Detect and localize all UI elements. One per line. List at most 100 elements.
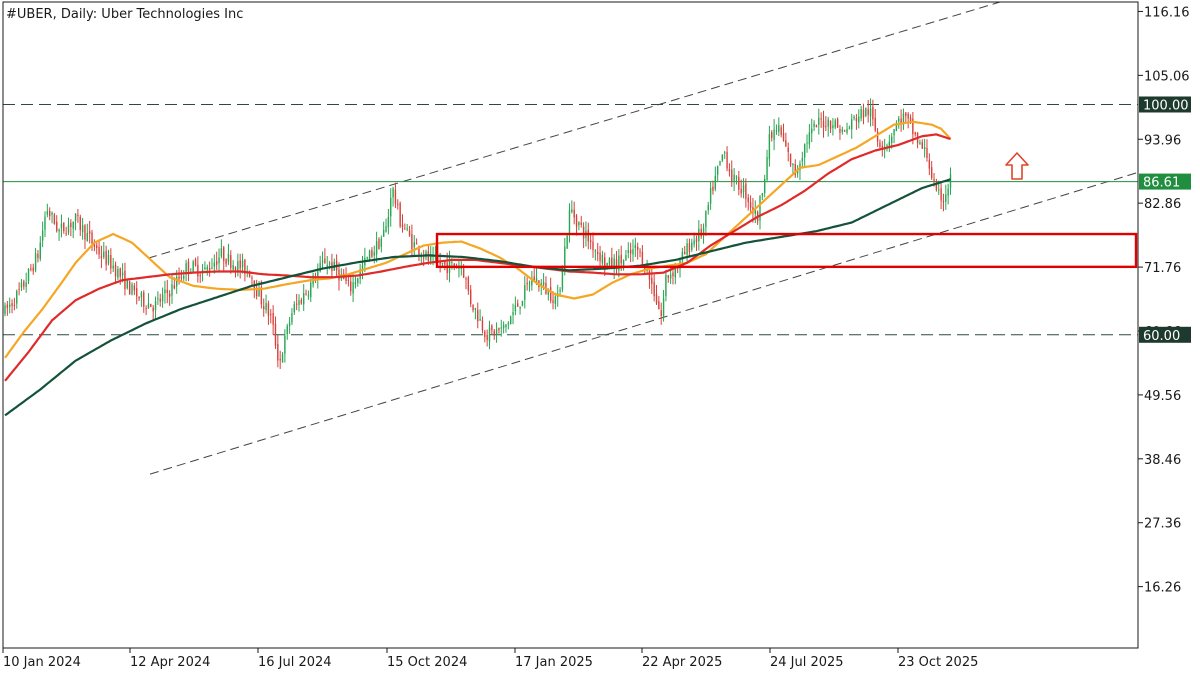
candle-body — [806, 142, 808, 144]
bull-candle — [519, 306, 521, 315]
candle-body — [655, 293, 658, 304]
candle-body — [272, 312, 274, 325]
bear-candle — [545, 276, 547, 295]
bear-candle — [91, 229, 93, 252]
bull-candle — [211, 258, 213, 270]
candle-body — [505, 324, 507, 328]
bear-candle — [855, 114, 858, 130]
candle-body — [597, 251, 599, 255]
bull-candle — [44, 211, 46, 238]
bull-candle — [293, 301, 295, 315]
y-tick-label: 82.86 — [1144, 197, 1181, 212]
price-chart[interactable]: 116.16105.0693.9682.8671.7660.6649.5638.… — [0, 0, 1200, 675]
y-tick-label: 38.46 — [1144, 453, 1181, 468]
candle-body — [63, 222, 65, 232]
bear-candle — [484, 329, 486, 343]
candle-body — [728, 169, 731, 172]
bear-candle — [6, 300, 9, 316]
candle-body — [117, 269, 119, 278]
bull-candle — [524, 275, 526, 309]
bear-candle — [56, 215, 58, 233]
candle-body — [665, 274, 667, 297]
candle-body — [481, 320, 484, 331]
candle-body — [53, 214, 56, 224]
candle-body — [291, 313, 293, 323]
candle-body — [397, 203, 399, 205]
candle-body — [119, 268, 121, 277]
bull-candle — [768, 125, 771, 167]
candle-body — [940, 188, 942, 201]
bear-candle — [836, 117, 839, 128]
bear-candle — [651, 268, 653, 294]
candle-body — [267, 303, 270, 316]
bear-candle — [199, 271, 201, 283]
candle-body — [724, 152, 726, 154]
candle-body — [625, 255, 627, 261]
candle-body — [121, 272, 124, 276]
bear-candle — [667, 275, 669, 283]
bull-candle — [571, 200, 573, 214]
level-tag-label: 100.00 — [1143, 98, 1189, 113]
candle-body — [813, 123, 815, 127]
candle-body — [608, 258, 611, 265]
candle-body — [281, 354, 284, 363]
candle-body — [524, 285, 526, 300]
bear-candle — [728, 163, 731, 177]
candle-body — [484, 331, 486, 338]
candle-body — [112, 265, 114, 269]
bear-candle — [11, 299, 13, 314]
bull-candle — [665, 269, 667, 302]
bear-candle — [794, 159, 796, 178]
candle-body — [32, 267, 34, 272]
y-tick-label: 71.76 — [1144, 261, 1181, 276]
bear-candle — [295, 293, 298, 311]
y-tick-label: 105.06 — [1144, 69, 1190, 84]
candle-body — [787, 147, 789, 152]
candle-body — [592, 241, 594, 251]
zone-box[interactable] — [435, 232, 1138, 269]
bear-candle — [30, 264, 32, 272]
candle-body — [305, 293, 307, 295]
bull-candle — [858, 109, 860, 129]
candle-body — [206, 266, 208, 270]
bull-candle — [724, 150, 726, 159]
candle-body — [258, 289, 260, 297]
bull-candle — [902, 108, 905, 130]
candle-body — [627, 250, 629, 253]
candle-body — [843, 130, 846, 132]
bull-candle — [157, 291, 159, 305]
bear-candle — [272, 305, 274, 335]
bear-candle — [820, 112, 822, 128]
bear-candle — [660, 302, 662, 325]
candle-body — [131, 284, 133, 295]
candle-body — [79, 216, 81, 231]
candle-body — [945, 194, 947, 202]
candle-body — [763, 178, 766, 193]
candle-body — [691, 242, 693, 250]
bear-candle — [695, 235, 698, 251]
bull-candle — [949, 167, 952, 195]
candle-body — [923, 147, 926, 150]
candle-body — [86, 232, 89, 242]
candle-body — [406, 228, 408, 230]
bear-candle — [731, 160, 733, 187]
bull-candle — [385, 218, 387, 233]
candle-body — [126, 279, 129, 289]
candle-body — [230, 255, 232, 268]
candle-body — [714, 175, 717, 189]
bear-candle — [533, 267, 535, 282]
bear-candle — [740, 179, 742, 198]
bear-candle — [921, 139, 923, 150]
bear-candle — [159, 293, 161, 307]
candle-body — [310, 282, 312, 298]
candle-body — [552, 300, 554, 303]
candle-body — [128, 281, 131, 295]
candle-body — [881, 145, 883, 148]
candle-body — [928, 159, 931, 169]
candle-body — [295, 303, 298, 305]
bull-candle — [333, 258, 335, 271]
candle-body — [629, 249, 632, 254]
candle-body — [898, 118, 900, 122]
candle-body — [23, 281, 25, 287]
bear-candle — [105, 245, 107, 271]
